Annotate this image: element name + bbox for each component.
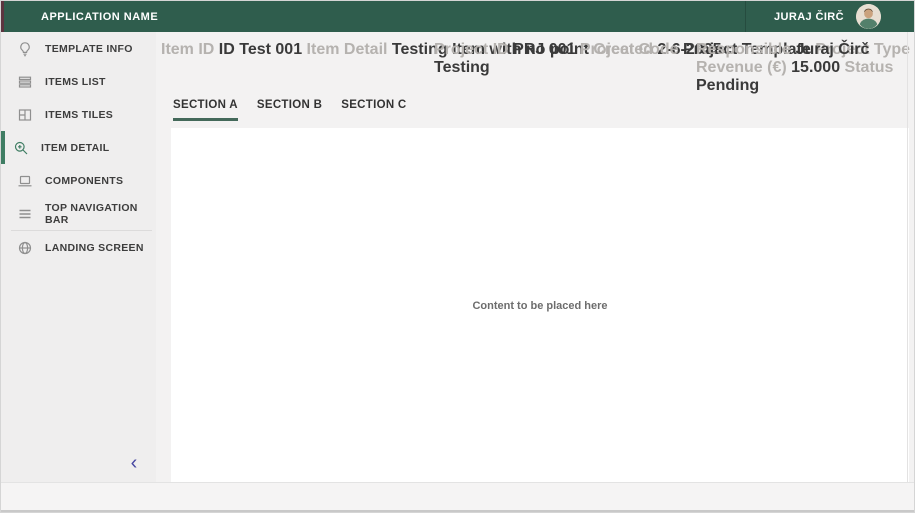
sidebar: TEMPLATE INFO ITEMS LIST ITEMS TILES ITE…: [1, 32, 156, 484]
sidebar-item-top-navigation-bar[interactable]: TOP NAVIGATION BAR: [1, 197, 156, 230]
header-divider: [745, 1, 746, 32]
sidebar-item-label: COMPONENTS: [45, 175, 123, 187]
sidebar-item-label: LANDING SCREEN: [45, 242, 144, 254]
sidebar-item-items-tiles[interactable]: ITEMS TILES: [1, 98, 156, 131]
field-value: 15.000: [791, 59, 840, 76]
tab-section-a[interactable]: SECTION A: [173, 99, 238, 121]
application-window: APPLICATION NAME JURAJ ČIRČ TEMPLATE INF…: [0, 0, 915, 513]
field-label: Project ID: [434, 41, 509, 58]
sidebar-item-label: ITEM DETAIL: [41, 142, 109, 154]
sidebar-item-landing-screen[interactable]: LANDING SCREEN: [1, 231, 156, 264]
field-value: Juraj Čirč: [796, 41, 870, 58]
sidebar-item-label: TOP NAVIGATION BAR: [45, 202, 156, 226]
content-placeholder-text: Content to be placed here: [472, 300, 607, 312]
field-label: Item ID: [161, 41, 214, 58]
field-label: Revenue (€): [696, 59, 787, 76]
sidebar-item-template-info[interactable]: TEMPLATE INFO: [1, 32, 156, 65]
sidebar-item-item-detail[interactable]: ITEM DETAIL: [1, 131, 156, 164]
footer-bar: [1, 482, 914, 512]
chevron-left-icon: ‹: [131, 453, 138, 473]
sidebar-collapse-button[interactable]: ‹: [123, 452, 145, 474]
list-icon: [17, 74, 33, 90]
tab-bar: SECTION A SECTION B SECTION C: [173, 99, 407, 121]
field-value: Testing: [434, 59, 490, 76]
main-area: Item ID ID Test 001 Item Detail Testing …: [156, 32, 914, 484]
tab-section-c[interactable]: SECTION C: [341, 99, 406, 121]
sidebar-item-label: ITEMS TILES: [45, 109, 113, 121]
field-label: Responsible: [696, 41, 791, 58]
sidebar-item-items-list[interactable]: ITEMS LIST: [1, 65, 156, 98]
menu-icon: [17, 206, 33, 222]
sidebar-item-label: TEMPLATE INFO: [45, 43, 133, 55]
globe-icon: [17, 240, 33, 256]
user-menu[interactable]: JURAJ ČIRČ: [774, 1, 914, 32]
field-value: Pending: [696, 77, 759, 94]
field-value: ID Test 001: [219, 41, 302, 58]
app-title: APPLICATION NAME: [41, 11, 158, 23]
sidebar-item-components[interactable]: COMPONENTS: [1, 164, 156, 197]
laptop-icon: [17, 173, 33, 189]
lightbulb-icon: [17, 41, 33, 57]
app-header: APPLICATION NAME JURAJ ČIRČ: [1, 1, 914, 32]
field-label: Status: [845, 59, 894, 76]
sidebar-item-label: ITEMS LIST: [45, 76, 106, 88]
tab-section-b[interactable]: SECTION B: [257, 99, 322, 121]
field-label: Item Detail: [307, 41, 388, 58]
zoom-in-icon: [13, 140, 29, 156]
tiles-icon: [17, 107, 33, 123]
user-avatar[interactable]: [856, 4, 881, 29]
field-value: PRJ 001: [513, 41, 575, 58]
content-panel: Content to be placed here: [171, 128, 909, 484]
field-label: Project Code: [580, 41, 679, 58]
user-name: JURAJ ČIRČ: [774, 11, 844, 23]
item-detail-column-3: Responsible Juraj Čirč Revenue (€) 15.00…: [696, 41, 914, 95]
